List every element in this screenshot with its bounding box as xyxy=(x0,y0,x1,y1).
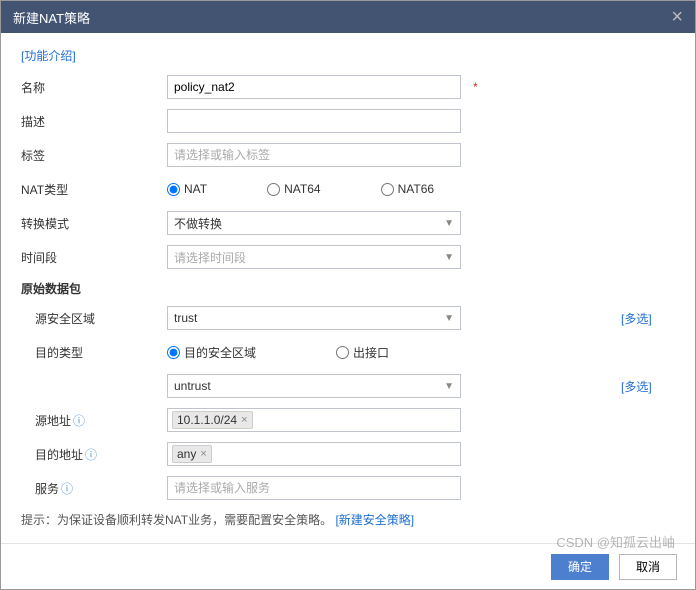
desc-input[interactable] xyxy=(167,109,461,133)
src-zone-select[interactable]: trust ▼ xyxy=(167,306,461,330)
label-service: 服务ⓘ xyxy=(21,480,167,497)
row-src-addr: 源地址ⓘ 10.1.1.0/24 × xyxy=(21,407,675,433)
titlebar: 新建NAT策略 × xyxy=(1,1,695,33)
row-desc: 描述 xyxy=(21,108,675,134)
radio-dst-zone[interactable]: 目的安全区域 xyxy=(167,344,256,361)
row-convert-mode: 转换模式 不做转换 ▼ xyxy=(21,210,675,236)
radio-nat66-label: NAT66 xyxy=(398,182,434,196)
radio-nat-input[interactable] xyxy=(167,183,180,196)
intro-link[interactable]: [功能介绍] xyxy=(21,47,76,64)
row-name: 名称 * xyxy=(21,74,675,100)
radio-nat[interactable]: NAT xyxy=(167,182,207,196)
chip-remove-icon[interactable]: × xyxy=(200,448,206,460)
help-icon[interactable]: ⓘ xyxy=(61,482,73,496)
convert-mode-select[interactable]: 不做转换 ▼ xyxy=(167,211,461,235)
label-name: 名称 xyxy=(21,79,167,96)
cancel-button[interactable]: 取消 xyxy=(619,554,677,580)
radio-dst-zone-label: 目的安全区域 xyxy=(184,344,256,361)
label-desc: 描述 xyxy=(21,113,167,130)
radio-out-if[interactable]: 出接口 xyxy=(336,344,389,361)
chevron-down-icon: ▼ xyxy=(444,218,454,229)
name-input[interactable] xyxy=(167,75,461,99)
label-src-addr: 源地址ⓘ xyxy=(21,412,167,429)
convert-mode-value: 不做转换 xyxy=(174,215,222,232)
multi-select-link[interactable]: [多选] xyxy=(621,380,652,394)
new-policy-link[interactable]: [新建安全策略] xyxy=(335,513,414,527)
radio-nat64-label: NAT64 xyxy=(284,182,320,196)
dialog-body: [功能介绍] 名称 * 描述 标签 NAT类型 xyxy=(1,33,695,543)
time-range-select[interactable]: 请选择时间段 ▼ xyxy=(167,245,461,269)
close-icon[interactable]: × xyxy=(671,7,683,27)
service-input[interactable] xyxy=(167,476,461,500)
radio-nat64[interactable]: NAT64 xyxy=(267,182,320,196)
section-packet-title: 原始数据包 xyxy=(21,280,675,297)
row-tag: 标签 xyxy=(21,142,675,168)
label-nat-type: NAT类型 xyxy=(21,181,167,198)
src-zone-value: trust xyxy=(174,311,197,325)
required-mark: * xyxy=(469,80,478,94)
tip-text: 提示：为保证设备顺利转发NAT业务，需要配置安全策略。 xyxy=(21,513,332,527)
chevron-down-icon: ▼ xyxy=(444,381,454,392)
chip-text: any xyxy=(177,447,196,461)
radio-out-if-label: 出接口 xyxy=(353,344,389,361)
row-service: 服务ⓘ xyxy=(21,475,675,501)
label-dst-type: 目的类型 xyxy=(21,344,167,361)
radio-nat-label: NAT xyxy=(184,182,207,196)
multi-select-link[interactable]: [多选] xyxy=(621,312,652,326)
help-icon[interactable]: ⓘ xyxy=(85,448,97,462)
radio-nat66[interactable]: NAT66 xyxy=(381,182,434,196)
row-src-zone: 源安全区域 trust ▼ [多选] xyxy=(21,305,675,331)
src-addr-tagbox[interactable]: 10.1.1.0/24 × xyxy=(167,408,461,432)
radio-dst-zone-input[interactable] xyxy=(167,346,180,359)
row-dst-type: 目的类型 目的安全区域 出接口 xyxy=(21,339,675,365)
dialog-title: 新建NAT策略 xyxy=(13,8,671,27)
dst-addr-chip[interactable]: any × xyxy=(172,445,212,463)
dialog-footer: 确定 取消 xyxy=(1,543,695,589)
help-icon[interactable]: ⓘ xyxy=(73,414,85,428)
label-src-zone: 源安全区域 xyxy=(21,310,167,327)
src-addr-chip[interactable]: 10.1.1.0/24 × xyxy=(172,411,253,429)
radio-out-if-input[interactable] xyxy=(336,346,349,359)
radio-nat66-input[interactable] xyxy=(381,183,394,196)
dst-addr-tagbox[interactable]: any × xyxy=(167,442,461,466)
dst-zone-select[interactable]: untrust ▼ xyxy=(167,374,461,398)
radio-nat64-input[interactable] xyxy=(267,183,280,196)
time-range-placeholder: 请选择时间段 xyxy=(174,249,246,266)
tip: 提示：为保证设备顺利转发NAT业务，需要配置安全策略。 [新建安全策略] xyxy=(21,511,675,528)
chip-text: 10.1.1.0/24 xyxy=(177,413,237,427)
label-convert-mode: 转换模式 xyxy=(21,215,167,232)
row-time-range: 时间段 请选择时间段 ▼ xyxy=(21,244,675,270)
tag-input[interactable] xyxy=(167,143,461,167)
dst-zone-value: untrust xyxy=(174,379,211,393)
chevron-down-icon: ▼ xyxy=(444,313,454,324)
row-dst-addr: 目的地址ⓘ any × xyxy=(21,441,675,467)
label-tag: 标签 xyxy=(21,147,167,164)
label-time-range: 时间段 xyxy=(21,249,167,266)
dialog: 新建NAT策略 × [功能介绍] 名称 * 描述 标签 xyxy=(0,0,696,590)
row-nat-type: NAT类型 NAT NAT64 NAT66 xyxy=(21,176,675,202)
label-dst-addr: 目的地址ⓘ xyxy=(21,446,167,463)
chevron-down-icon: ▼ xyxy=(444,252,454,263)
ok-button[interactable]: 确定 xyxy=(551,554,609,580)
chip-remove-icon[interactable]: × xyxy=(241,414,247,426)
row-dst-zone: untrust ▼ [多选] xyxy=(21,373,675,399)
